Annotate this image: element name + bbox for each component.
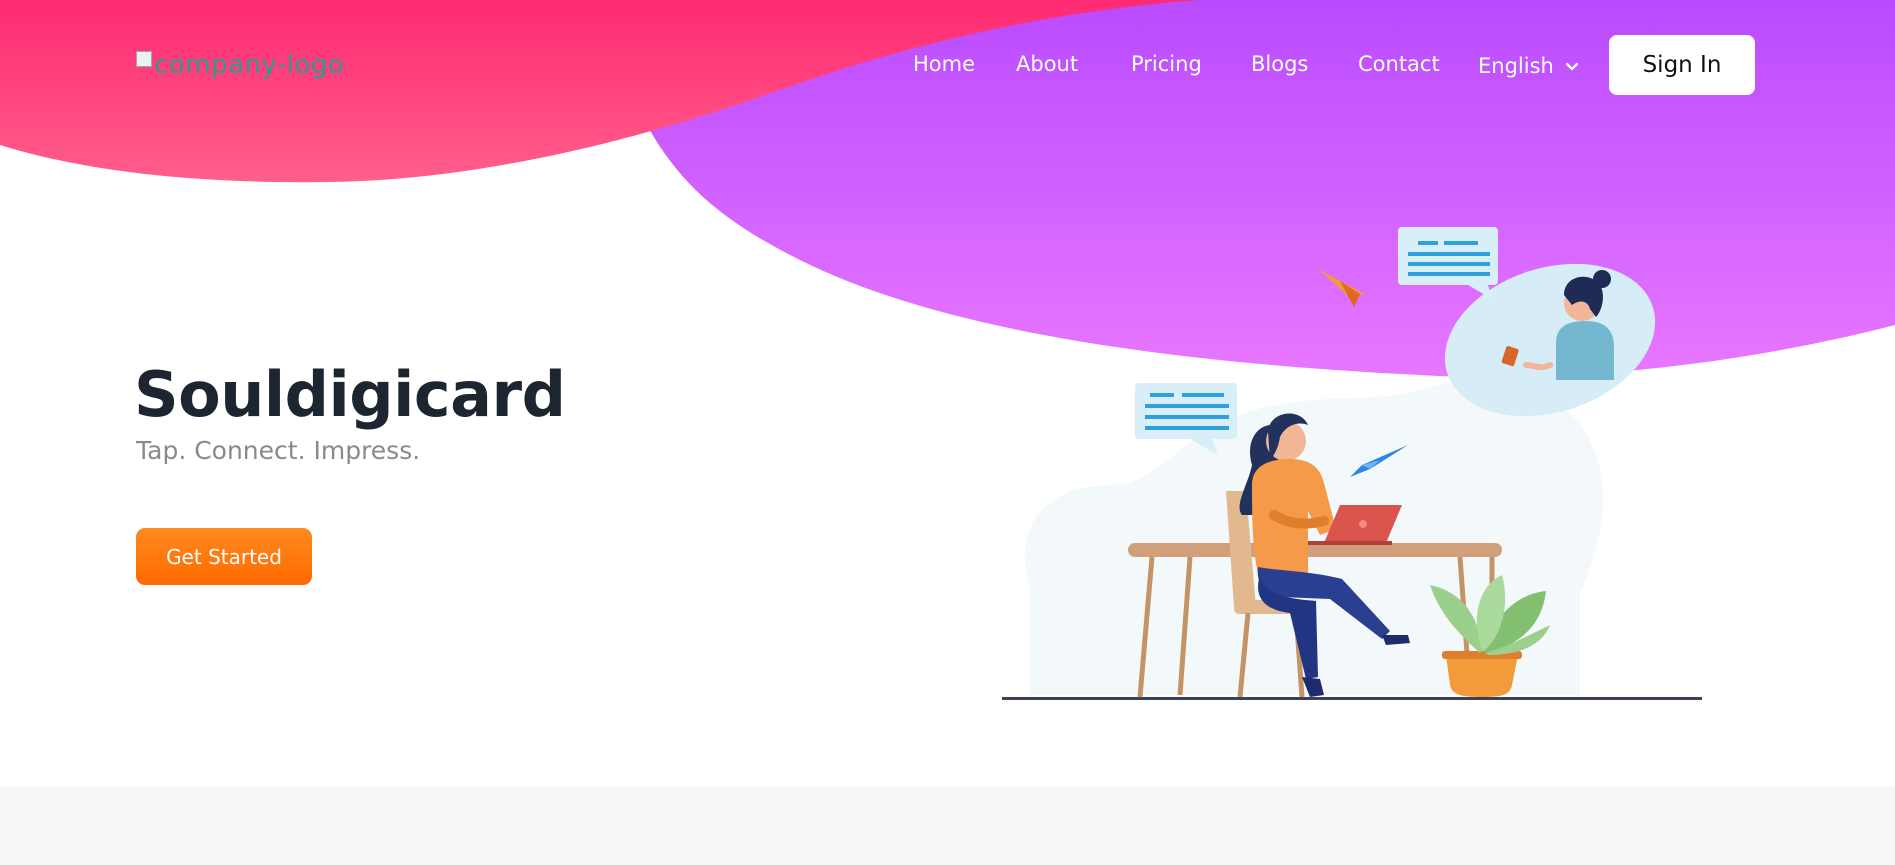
next-section-band xyxy=(0,787,1895,865)
floor-line xyxy=(1002,697,1702,700)
company-logo-alt-text: company-logo xyxy=(154,50,345,80)
language-label: English xyxy=(1478,54,1554,78)
nav-about[interactable]: About xyxy=(1016,52,1078,76)
hero-tagline: Tap. Connect. Impress. xyxy=(136,436,421,465)
nav-pricing[interactable]: Pricing xyxy=(1131,52,1202,76)
language-selector[interactable]: English xyxy=(1478,54,1580,78)
nav-contact[interactable]: Contact xyxy=(1358,52,1440,76)
broken-image-icon xyxy=(136,51,152,67)
chat-bubble-top xyxy=(1398,227,1498,299)
nav-home[interactable]: Home xyxy=(913,52,975,76)
company-logo[interactable]: company-logo xyxy=(136,50,344,80)
hero-title: Souldigicard xyxy=(134,358,566,431)
sign-in-button[interactable]: Sign In xyxy=(1609,35,1755,95)
desk-top xyxy=(1128,543,1502,557)
get-started-button[interactable]: Get Started xyxy=(136,528,312,585)
chevron-down-icon xyxy=(1565,62,1579,71)
landing-page: company-logo Home About Pricing Blogs Co… xyxy=(0,0,1895,865)
nav-blogs[interactable]: Blogs xyxy=(1251,52,1308,76)
hero-illustration xyxy=(1002,227,1702,700)
paper-plane-orange xyxy=(1318,269,1366,295)
